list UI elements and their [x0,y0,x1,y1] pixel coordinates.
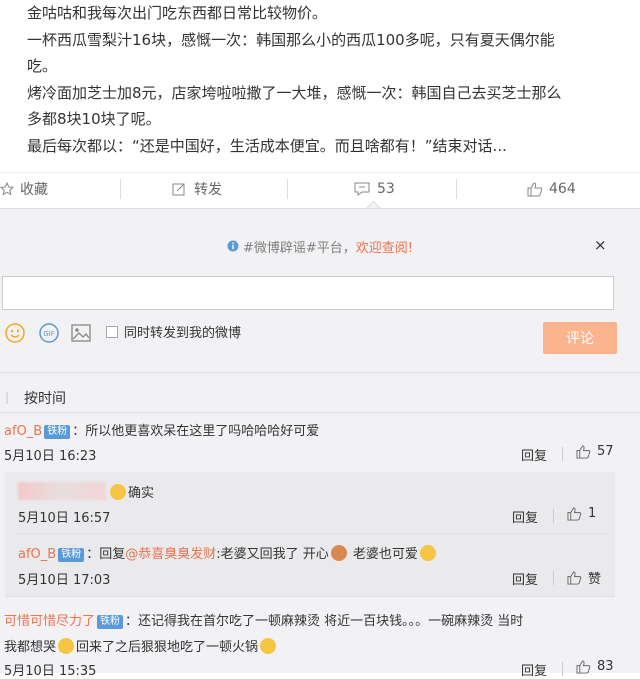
reply-like-button[interactable]: 1 [567,506,596,521]
emoji-icon[interactable] [4,322,26,344]
comment-item: afO_B 铁粉 ：所以他更喜欢呆在这里了吗哈哈哈好可爱 [4,420,319,439]
comment-count: 53 [377,181,395,197]
comment-like-button[interactable]: 57 [576,444,614,459]
reply-prefix: ：回复 [86,547,126,562]
comment-username[interactable]: 可惜可惜尽力了 [4,614,95,629]
like-button[interactable]: 464 [527,173,576,205]
divider [553,571,554,585]
emoji-icon [260,638,277,654]
reply-time: 5月10日 16:57 [18,511,111,526]
thumbs-up-icon [576,659,591,674]
blurred-username [18,482,106,500]
post-line: 吃。 [27,57,58,75]
comment-text-2: 我都想哭 [4,640,57,655]
thumbs-up-icon [576,444,591,459]
comment-button[interactable]: 53 [354,173,395,205]
fan-badge: 铁粉 [97,615,124,629]
thumbs-up-icon [567,506,582,521]
favorite-button[interactable]: 收藏 [0,173,48,205]
reply-text: 确实 [128,486,155,501]
comment-continuation: 我都想哭 回来了之后狠狠地吃了一顿火锅 [4,636,278,655]
post-text: 金咕咕和我每次出门吃东西都日常比较物价。 一杯西瓜雪梨汁16块，感慨一次：韩国那… [27,0,627,159]
image-icon[interactable] [70,322,92,344]
fan-badge: 铁粉 [44,425,71,439]
reply-text-2: 老婆也可爱 [348,547,418,562]
divider [287,179,288,199]
reply-time: 5月10日 17:03 [18,573,111,588]
sort-by-time[interactable]: 按时间 [24,388,66,408]
divider [0,372,640,373]
comment-icon [354,182,370,196]
post-line: 烤冷面加芝士加8元，店家垮啦啦撒了一大堆，感慨一次：韩国自己去买芝士那么 [27,83,562,102]
emoji-icon [110,484,126,500]
notice-link[interactable]: 欢迎查阅! [356,237,413,256]
like-count: 464 [549,181,576,197]
reply-like-count: 赞 [588,572,602,587]
also-repost-checkbox[interactable] [106,326,118,338]
thumbs-up-icon [567,570,582,585]
divider [456,179,457,199]
comment-text: ：还记得我在首尔吃了一顿麻辣烫 将近一百块钱。。。一碗麻辣烫 当时 [125,614,524,629]
repost-icon [172,183,185,196]
emoji-icon [58,638,75,654]
mention-link[interactable]: @恭喜臭臭发财 [125,547,216,562]
star-icon [0,182,14,196]
divider [18,533,608,534]
thumbs-up-icon [527,181,543,196]
reply-button[interactable]: 回复 [512,507,538,526]
fan-badge: 铁粉 [58,548,85,562]
comment-text-3: 回来了之后狠狠地吃了一顿火锅 [76,640,259,655]
comment-time: 5月10日 15:35 [4,664,97,679]
post-action-bar: 收藏 转发 53 464 [0,172,640,205]
divider [553,509,554,523]
reply-item: afO_B 铁粉 ：回复@恭喜臭臭发财:老婆又回我了 开心 老婆也可爱 [18,543,438,562]
divider [5,596,615,597]
repost-button[interactable]: 转发 [172,173,222,205]
gif-icon[interactable]: GIF [38,322,60,344]
info-icon [227,240,239,252]
reply-button[interactable]: 回复 [521,445,547,464]
rumor-notice: #微博辟谣#平台， 欢迎查阅! [0,228,640,264]
also-repost-label: 同时转发到我的微博 [124,326,242,341]
reply-text: :老婆又回我了 开心 [216,547,329,562]
post-line: 最后每次都以：“还是中国好，生活成本便宜。而且啥都有！”结束对话... [27,136,507,155]
comment-input[interactable] [2,276,614,310]
divider [0,412,640,413]
comment-item: 可惜可惜尽力了 铁粉 ：还记得我在首尔吃了一顿麻辣烫 将近一百块钱。。。一碗麻辣烫 … [4,610,523,629]
reply-like-button[interactable]: 赞 [567,568,601,587]
divider [562,447,563,461]
repost-label: 转发 [194,182,222,198]
close-icon[interactable]: × [594,236,607,254]
reply-item: 确实 [108,482,154,501]
divider [120,179,121,199]
divider [562,662,563,676]
reply-button[interactable]: 回复 [512,569,538,588]
sort-marker [6,392,8,404]
emoji-icon [330,545,347,561]
svg-text:GIF: GIF [43,330,55,338]
submit-comment-button[interactable]: 评论 [543,322,617,354]
post-line: 金咕咕和我每次出门吃东西都日常比较物价。 [27,4,328,22]
comment-text: ：所以他更喜欢呆在这里了吗哈哈哈好可爱 [72,424,320,439]
comment-time: 5月10日 16:23 [4,449,97,464]
comment-username[interactable]: afO_B [4,424,42,439]
comment-like-count: 57 [597,444,614,459]
post-line: 一杯西瓜雪梨汁16块，感慨一次：韩国那么小的西瓜100多呢，只有夏天偶尔能 [27,30,555,49]
notice-text: #微博辟谣#平台， [242,240,356,256]
emoji-icon [419,545,436,561]
reply-button[interactable]: 回复 [521,660,547,679]
reply-like-count: 1 [588,506,597,521]
favorite-label: 收藏 [20,182,48,198]
post-line: 多都8块10块了呢。 [27,110,161,128]
reply-username[interactable]: afO_B [18,547,56,562]
